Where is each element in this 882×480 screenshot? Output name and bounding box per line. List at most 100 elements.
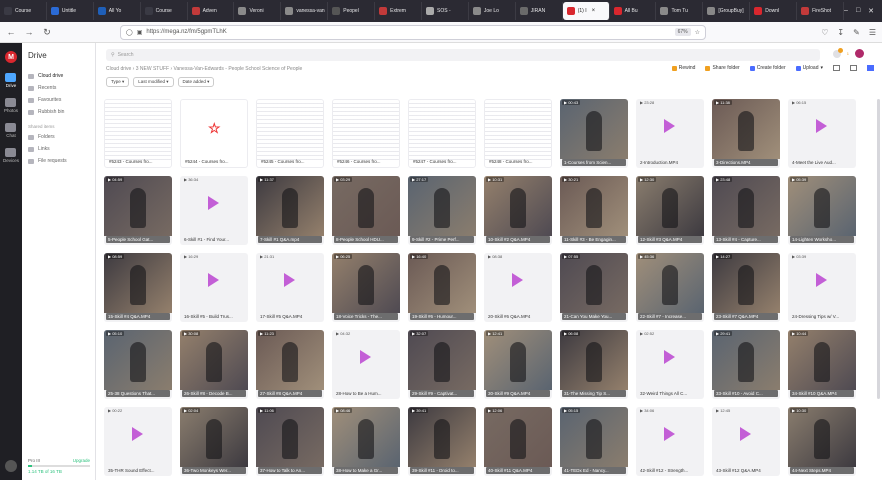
browser-tab[interactable]: All Yo: [94, 2, 141, 20]
upload-button[interactable]: Upload ▾: [795, 65, 823, 71]
file-tile[interactable]: ▶ 03:39 24-Dressing Tips w/ V...: [788, 253, 856, 322]
file-tile[interactable]: ▶ 29:41 33-Skill #10 - Avoid C...: [712, 330, 780, 399]
file-tile[interactable]: ▶ 45:36 22-Skill #7 - Increase...: [636, 253, 704, 322]
settings-icon[interactable]: [5, 460, 17, 472]
browser-tab[interactable]: Adven: [188, 2, 235, 20]
rail-item-drive[interactable]: Drive: [5, 73, 17, 88]
browser-tab[interactable]: (1) I ×: [562, 2, 610, 20]
file-tile[interactable]: ▶ 12:41 30-Skill #9 Q&A.MP4: [484, 330, 552, 399]
tab-close-icon[interactable]: ×: [592, 8, 596, 14]
sidebar-item-links[interactable]: Links: [28, 143, 89, 155]
file-tile[interactable]: ▶ 23:48 13-Skill #4 - Capture...: [712, 176, 780, 245]
browser-tab[interactable]: Joe Lo: [469, 2, 516, 20]
browser-tab[interactable]: Veroni: [234, 2, 282, 20]
upgrade-link[interactable]: Upgrade: [73, 458, 90, 463]
browser-tab[interactable]: Untitle: [47, 2, 94, 20]
file-tile[interactable]: ▶ 08:46 38-How to Make a Gr...: [332, 407, 400, 476]
sidebar-item-file-requests[interactable]: File requests: [28, 155, 89, 167]
file-tile[interactable]: ▶ 03:29 8-People School HDU...: [332, 176, 400, 245]
file-tile[interactable]: #5248 - Courses fro...: [484, 99, 552, 168]
star-icon[interactable]: ☆: [695, 29, 700, 36]
rail-item-chat[interactable]: Chat: [5, 123, 17, 138]
file-tile[interactable]: ▶ 08:38 20-Skill #6 Q&A.MP4: [484, 253, 552, 322]
browser-tab[interactable]: Peopel: [328, 2, 376, 20]
file-tile[interactable]: ☆ #5244 - Courses fro...: [180, 99, 248, 168]
mega-logo[interactable]: M: [5, 51, 17, 63]
sidebar-item-recents[interactable]: Recents: [28, 82, 89, 94]
search-bar[interactable]: ⚲ Search: [106, 49, 820, 61]
close-window-icon[interactable]: ✕: [868, 7, 874, 15]
file-tile[interactable]: ▶ 02:04 36-Two Monkeys Wer...: [180, 407, 248, 476]
file-tile[interactable]: ▶ 04:59 5-People School Gat...: [104, 176, 172, 245]
file-tile[interactable]: ▶ 39:41 39-Skill #11 - Droid to...: [408, 407, 476, 476]
file-tile[interactable]: ▶ 21:31 17-Skill #5 Q&A.MP4: [256, 253, 324, 322]
filter-date-added[interactable]: Date added ▾: [177, 77, 215, 87]
file-tile[interactable]: ▶ 06:15 4-Meet the Live Aud...: [788, 99, 856, 168]
browser-tab[interactable]: Tom Tu: [656, 2, 704, 20]
avatar[interactable]: [855, 49, 864, 58]
file-tile[interactable]: ▶ 16:40 19-Skill #6 - Humour...: [408, 253, 476, 322]
browser-tab[interactable]: Downl: [750, 2, 798, 20]
file-tile[interactable]: ▶ 11:38 3-Directions.MP4: [712, 99, 780, 168]
file-tile[interactable]: #5243 - Courses fro...: [104, 99, 172, 168]
zoom-level[interactable]: 67%: [674, 28, 691, 36]
file-tile[interactable]: ▶ 05:39 14-Lighten Worksho...: [788, 176, 856, 245]
file-tile[interactable]: ▶ 05:15 41-TEDx Ed - Nancy...: [560, 407, 628, 476]
file-tile[interactable]: ▶ 23:28 2-Introduction.MP4: [636, 99, 704, 168]
file-tile[interactable]: ▶ 11:37 7-Skill #1 Q&A.mp4: [256, 176, 324, 245]
file-tile[interactable]: ▶ 10:44 34-Skill #10 Q&A.MP4: [788, 330, 856, 399]
filter-last-modified[interactable]: Last modified ▾: [133, 77, 174, 87]
sidebar-item-folders[interactable]: Folders: [28, 131, 89, 143]
filter-type[interactable]: Type ▾: [106, 77, 130, 87]
browser-tab[interactable]: Course: [0, 2, 47, 20]
browser-tab[interactable]: vanessa-van: [281, 2, 329, 20]
extensions-icon[interactable]: ✎: [853, 28, 860, 37]
browser-tab[interactable]: [GroupBuy]: [703, 2, 751, 20]
sidebar-item-cloud-drive[interactable]: Cloud drive: [28, 70, 89, 82]
file-tile[interactable]: ▶ 12:06 40-Skill #11 Q&A.MP4: [484, 407, 552, 476]
file-tile[interactable]: ▶ 00:43 1-Courses from Scien...: [560, 99, 628, 168]
breadcrumb[interactable]: Cloud drive › 3 NEW STUFF › Vanessa-Van-…: [106, 66, 302, 72]
address-bar[interactable]: ◯ ▣ https://mega.nz/fm/5gpmTLhK 67% ☆: [120, 24, 706, 40]
file-tile[interactable]: ▶ 14:27 23-Skill #7 Q&A.MP4: [712, 253, 780, 322]
rail-item-devices[interactable]: Devices: [3, 148, 19, 163]
reload-icon[interactable]: ↻: [42, 27, 52, 38]
browser-tab[interactable]: FireShot: [797, 2, 845, 20]
file-tile[interactable]: ▶ 10:30 44-Next Steps.MP4: [788, 407, 856, 476]
back-icon[interactable]: ←: [6, 27, 16, 37]
file-tile[interactable]: ▶ 06:25 18-Voice Tricks - The...: [332, 253, 400, 322]
file-tile[interactable]: #5246 - Courses fro...: [332, 99, 400, 168]
thumb-view-icon[interactable]: [850, 65, 857, 71]
sidebar-item-rubbish-bin[interactable]: Rubbish bin: [28, 106, 89, 118]
scrollbar[interactable]: [877, 99, 880, 399]
file-tile[interactable]: ▶ 27:17 9-Skill #2 - Prime Perf...: [408, 176, 476, 245]
file-tile[interactable]: ▶ 11:06 37-How to Talk to An...: [256, 407, 324, 476]
file-tile[interactable]: ▶ 02:52 32-Weird Things All C...: [636, 330, 704, 399]
menu-icon[interactable]: ☰: [869, 28, 876, 37]
file-tile[interactable]: ▶ 07:55 21-Can You Make You...: [560, 253, 628, 322]
bell-icon[interactable]: [832, 47, 843, 58]
file-tile[interactable]: ▶ 30:21 11-Skill #3 - Be Engagin...: [560, 176, 628, 245]
file-tile[interactable]: ▶ 36:34 6-Skill #1 - Find Your...: [180, 176, 248, 245]
file-tile[interactable]: ▶ 00:22 35-THR Sound Effect...: [104, 407, 172, 476]
forward-icon[interactable]: →: [24, 27, 34, 37]
file-tile[interactable]: #5247 - Courses fro...: [408, 99, 476, 168]
file-tile[interactable]: ▶ 12:45 43-Skill #12 Q&A.MP4: [712, 407, 780, 476]
pocket-icon[interactable]: ♡: [821, 28, 828, 37]
sidebar-item-favourites[interactable]: Favourites: [28, 94, 89, 106]
file-tile[interactable]: ▶ 34:06 42-Skill #12 - Strength...: [636, 407, 704, 476]
file-tile[interactable]: ▶ 06:08 31-The Missing Tip S...: [560, 330, 628, 399]
file-tile[interactable]: ▶ 32:07 29-Skill #9 - Captivat...: [408, 330, 476, 399]
file-tile[interactable]: #5245 - Courses fro...: [256, 99, 324, 168]
browser-tab[interactable]: Course: [141, 2, 188, 20]
list-view-icon[interactable]: [833, 65, 840, 71]
file-tile[interactable]: ▶ 11:23 27-Skill #8 Q&A.MP4: [256, 330, 324, 399]
browser-tab[interactable]: SOS -: [422, 2, 469, 20]
browser-tab[interactable]: All Bu: [610, 2, 657, 20]
download-icon[interactable]: ↧: [837, 28, 844, 37]
file-tile[interactable]: ▶ 10:31 10-Skill #2 Q&A.MP4: [484, 176, 552, 245]
rewind-button[interactable]: Rewind: [671, 65, 695, 71]
rail-item-photos[interactable]: Photos: [4, 98, 18, 113]
file-tile[interactable]: ▶ 05:10 25-38 Questions That...: [104, 330, 172, 399]
file-tile[interactable]: ▶ 30:08 26-Skill #8 - Decode B...: [180, 330, 248, 399]
